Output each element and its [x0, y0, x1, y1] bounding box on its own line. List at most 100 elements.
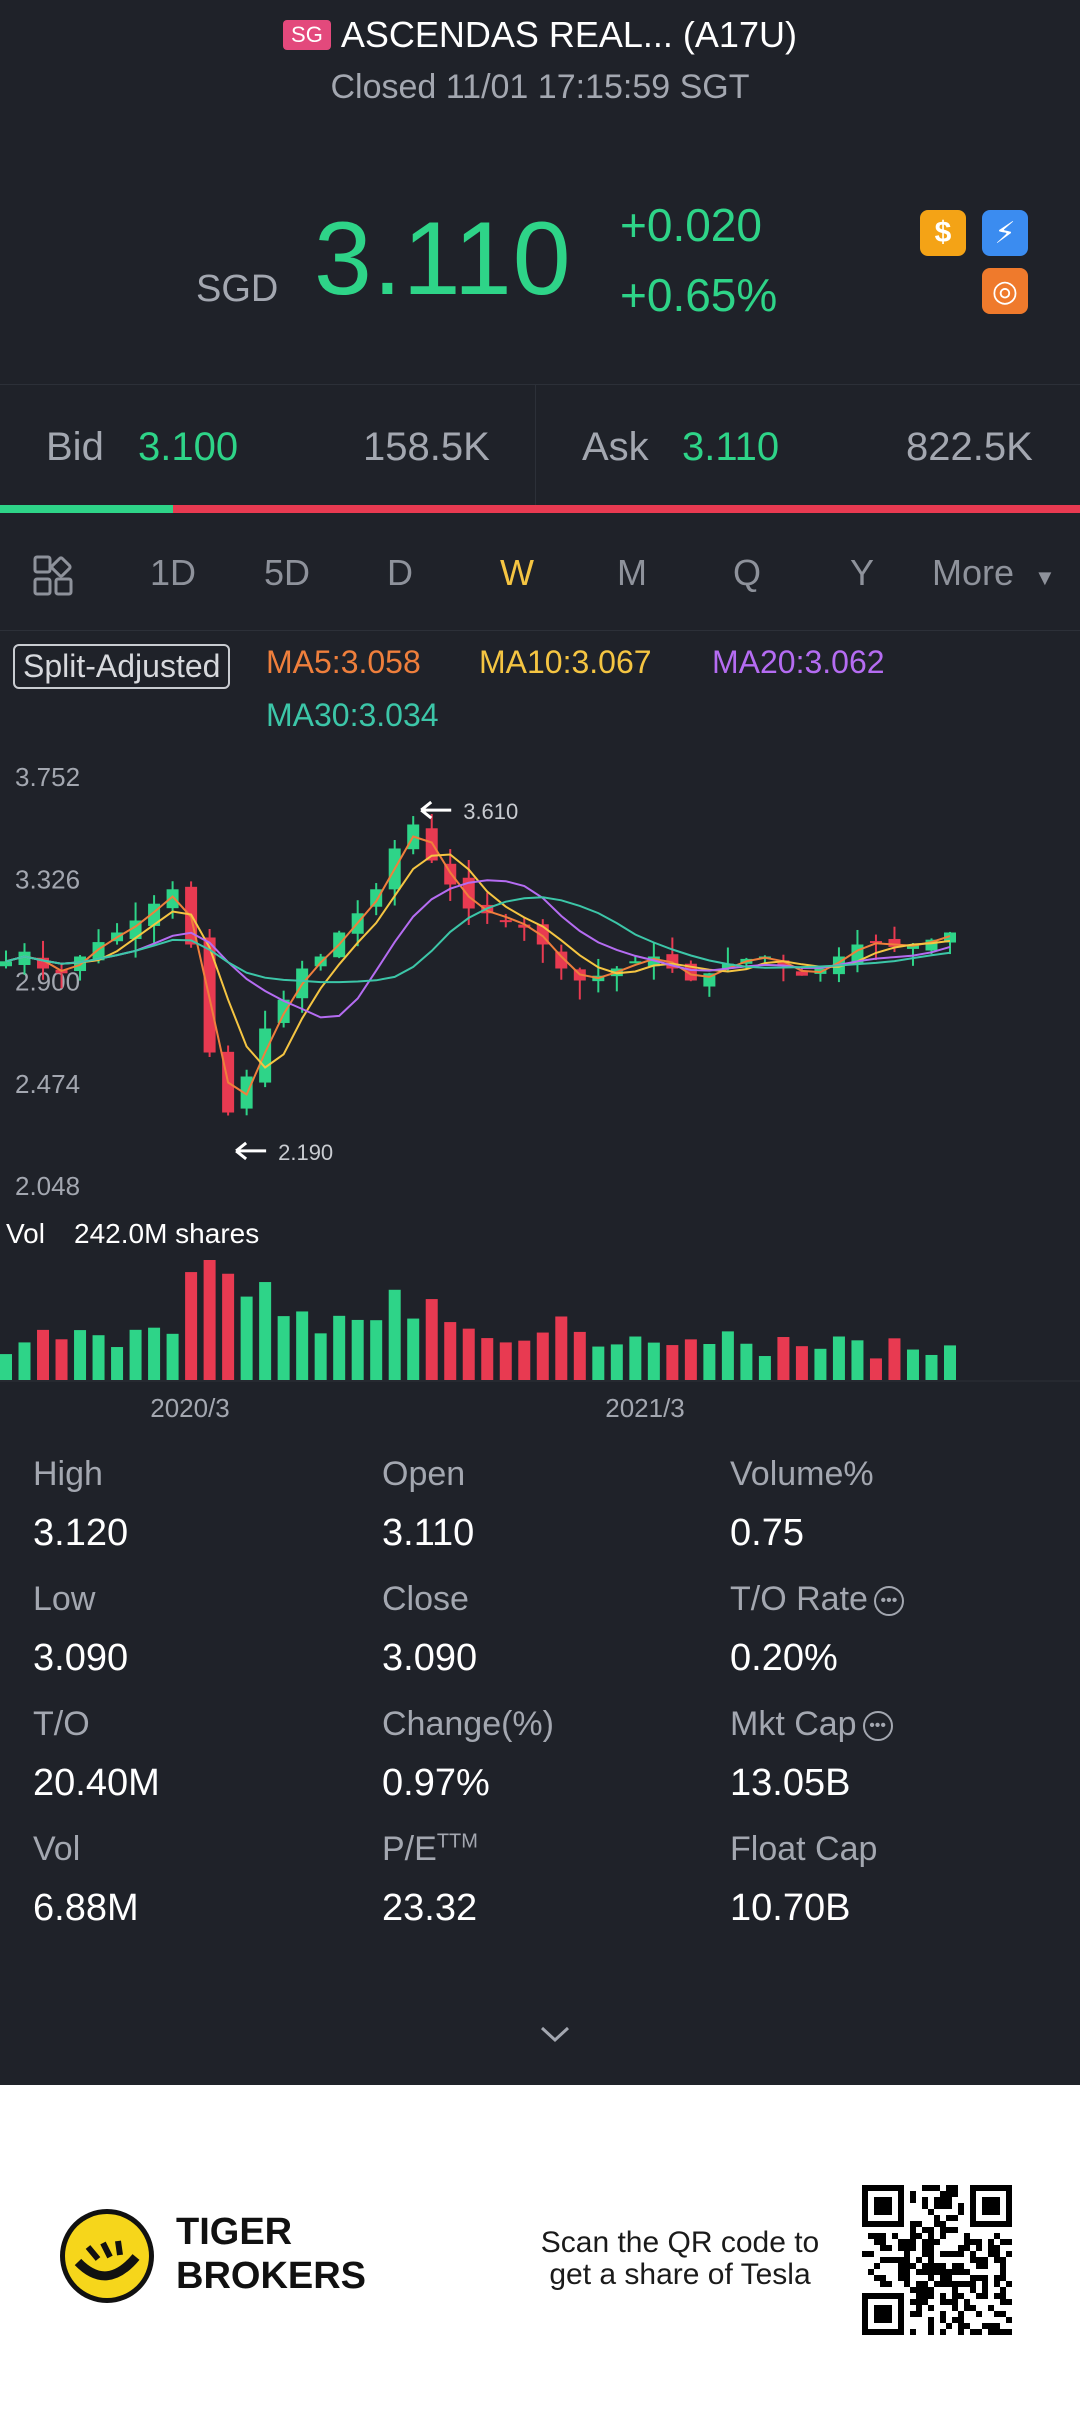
market-status: Closed 11/01 17:15:59 SGT — [330, 68, 750, 106]
volume-bar — [37, 1329, 50, 1380]
qr-module — [874, 2263, 880, 2269]
dollar-icon[interactable]: $ — [920, 210, 966, 256]
qr-module — [994, 2311, 1000, 2317]
qr-module — [988, 2305, 994, 2311]
qr-module — [910, 2221, 916, 2227]
qr-module — [976, 2257, 982, 2263]
qr-module — [922, 2245, 928, 2251]
tab-1d[interactable]: 1D — [150, 552, 196, 594]
ask-label: Ask — [582, 425, 649, 469]
qr-finder — [874, 2197, 892, 2215]
qr-module — [964, 2245, 970, 2251]
bid-label: Bid — [46, 425, 104, 469]
info-icon[interactable]: ••• — [862, 1711, 893, 1742]
volume-label: Vol — [6, 1218, 45, 1249]
candle — [0, 961, 12, 967]
lightning-icon[interactable]: ⚡ — [982, 210, 1028, 256]
qr-module — [982, 2275, 988, 2281]
qr-module — [880, 2257, 886, 2263]
tab-y[interactable]: Y — [850, 552, 874, 594]
stat-label: Change(%) — [382, 1705, 554, 1744]
y-tick-label: 3.752 — [15, 762, 80, 792]
price-change: +0.020 — [620, 199, 762, 251]
qr-module — [982, 2281, 988, 2287]
qr-module — [928, 2293, 934, 2299]
qr-module — [952, 2251, 958, 2257]
qr-module — [880, 2239, 886, 2245]
ma20-line — [5, 879, 951, 1019]
volume-bar — [740, 1343, 753, 1380]
volume-bar — [777, 1337, 790, 1380]
volume-bar — [148, 1327, 161, 1380]
brand-line2: BROKERS — [176, 2255, 367, 2297]
qr-module — [994, 2281, 1000, 2287]
qr-module — [934, 2203, 940, 2209]
split-adjusted-button[interactable]: Split-Adjusted — [13, 644, 231, 689]
qr-module — [970, 2305, 976, 2311]
expand-chevron-icon[interactable] — [536, 2022, 574, 2046]
chart-layout-icon[interactable] — [32, 552, 80, 600]
stock-name: ASCENDAS REAL... (A17U) — [340, 14, 797, 55]
qr-module — [922, 2203, 928, 2209]
ma30-line — [5, 896, 951, 984]
stat-label-text: High — [33, 1455, 103, 1493]
qr-module — [958, 2311, 964, 2317]
stat-label-text: Low — [33, 1580, 96, 1618]
qr-module — [976, 2329, 982, 2335]
qr-module — [898, 2245, 904, 2251]
tab-d[interactable]: D — [387, 552, 413, 594]
qr-finder — [982, 2197, 1000, 2215]
qr-module — [964, 2323, 970, 2329]
bid-ask-divider — [535, 385, 536, 507]
qr-module — [946, 2191, 952, 2197]
qr-module — [934, 2281, 940, 2287]
ask-price: 3.110 — [682, 425, 780, 469]
qr-module — [940, 2299, 946, 2305]
stat-value: 23.32 — [382, 1887, 478, 1929]
qr-module — [886, 2245, 892, 2251]
volume-bar — [851, 1340, 864, 1380]
tab-m[interactable]: M — [617, 552, 647, 594]
qr-code[interactable] — [862, 2185, 1012, 2335]
qr-module — [910, 2191, 916, 2197]
qr-module — [922, 2227, 928, 2233]
qr-module — [946, 2299, 952, 2305]
qr-module — [910, 2299, 916, 2305]
stat-value: 3.110 — [382, 1512, 475, 1554]
volume-bar — [277, 1316, 290, 1380]
bid-ask-panel[interactable]: Bid 3.100 158.5K Ask 3.110 822.5K — [0, 384, 1080, 507]
volume-bar — [684, 1339, 697, 1380]
tiger-badge-icon[interactable]: ◎ — [982, 268, 1028, 314]
qr-module — [934, 2197, 940, 2203]
qr-module — [874, 2233, 880, 2239]
qr-module — [940, 2221, 946, 2227]
volume-bar — [55, 1339, 68, 1380]
qr-module — [880, 2275, 886, 2281]
tab-more[interactable]: More ▼ — [932, 552, 1056, 594]
qr-module — [922, 2293, 928, 2299]
volume-bar — [592, 1346, 605, 1380]
info-icon[interactable]: ••• — [873, 1586, 904, 1617]
qr-module — [946, 2203, 952, 2209]
tab-q[interactable]: Q — [733, 552, 761, 594]
qr-module — [958, 2263, 964, 2269]
price-chart[interactable]: 3.7523.3262.9002.4742.0483.6102.190Vol 24… — [0, 740, 1080, 1440]
qr-module — [922, 2197, 928, 2203]
volume-bar — [74, 1330, 87, 1380]
qr-module — [922, 2287, 928, 2293]
qr-module — [952, 2263, 958, 2269]
volume-bar — [203, 1260, 216, 1380]
qr-module — [994, 2293, 1000, 2299]
qr-module — [964, 2299, 970, 2305]
qr-module — [928, 2287, 934, 2293]
qr-module — [928, 2323, 934, 2329]
low-marker-arrow — [235, 1141, 267, 1161]
qr-module — [916, 2299, 922, 2305]
qr-module — [946, 2269, 952, 2275]
tab-w[interactable]: W — [500, 552, 534, 594]
qr-module — [916, 2281, 922, 2287]
stat-label-text: P/E — [382, 1830, 437, 1868]
tab-5d[interactable]: 5D — [264, 552, 310, 594]
qr-module — [1000, 2269, 1006, 2275]
candle — [499, 920, 512, 923]
